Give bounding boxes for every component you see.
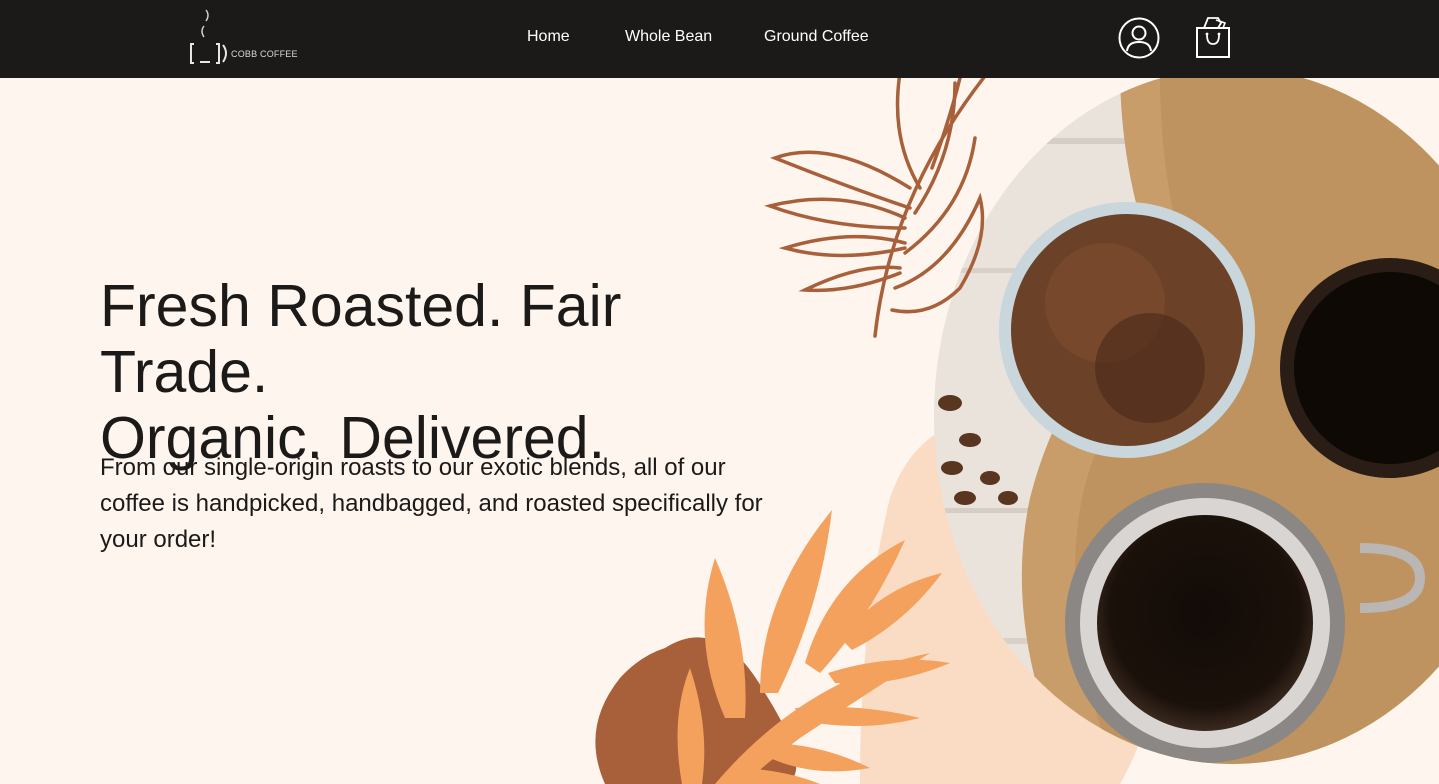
shopping-bag-icon xyxy=(1196,17,1230,58)
nav-whole-bean-link[interactable]: Whole Bean xyxy=(625,28,712,46)
user-circle-icon xyxy=(1118,17,1160,59)
hero-artwork xyxy=(595,78,1439,784)
nav-home-link[interactable]: Home xyxy=(527,28,570,46)
nav-ground-coffee-link[interactable]: Ground Coffee xyxy=(764,28,869,46)
account-button[interactable] xyxy=(1118,17,1160,59)
top-navbar: COBB COFFEE Home Whole Bean Ground Coffe… xyxy=(0,0,1439,78)
hero-illustration xyxy=(560,78,1439,784)
cart-button[interactable] xyxy=(1194,15,1232,59)
